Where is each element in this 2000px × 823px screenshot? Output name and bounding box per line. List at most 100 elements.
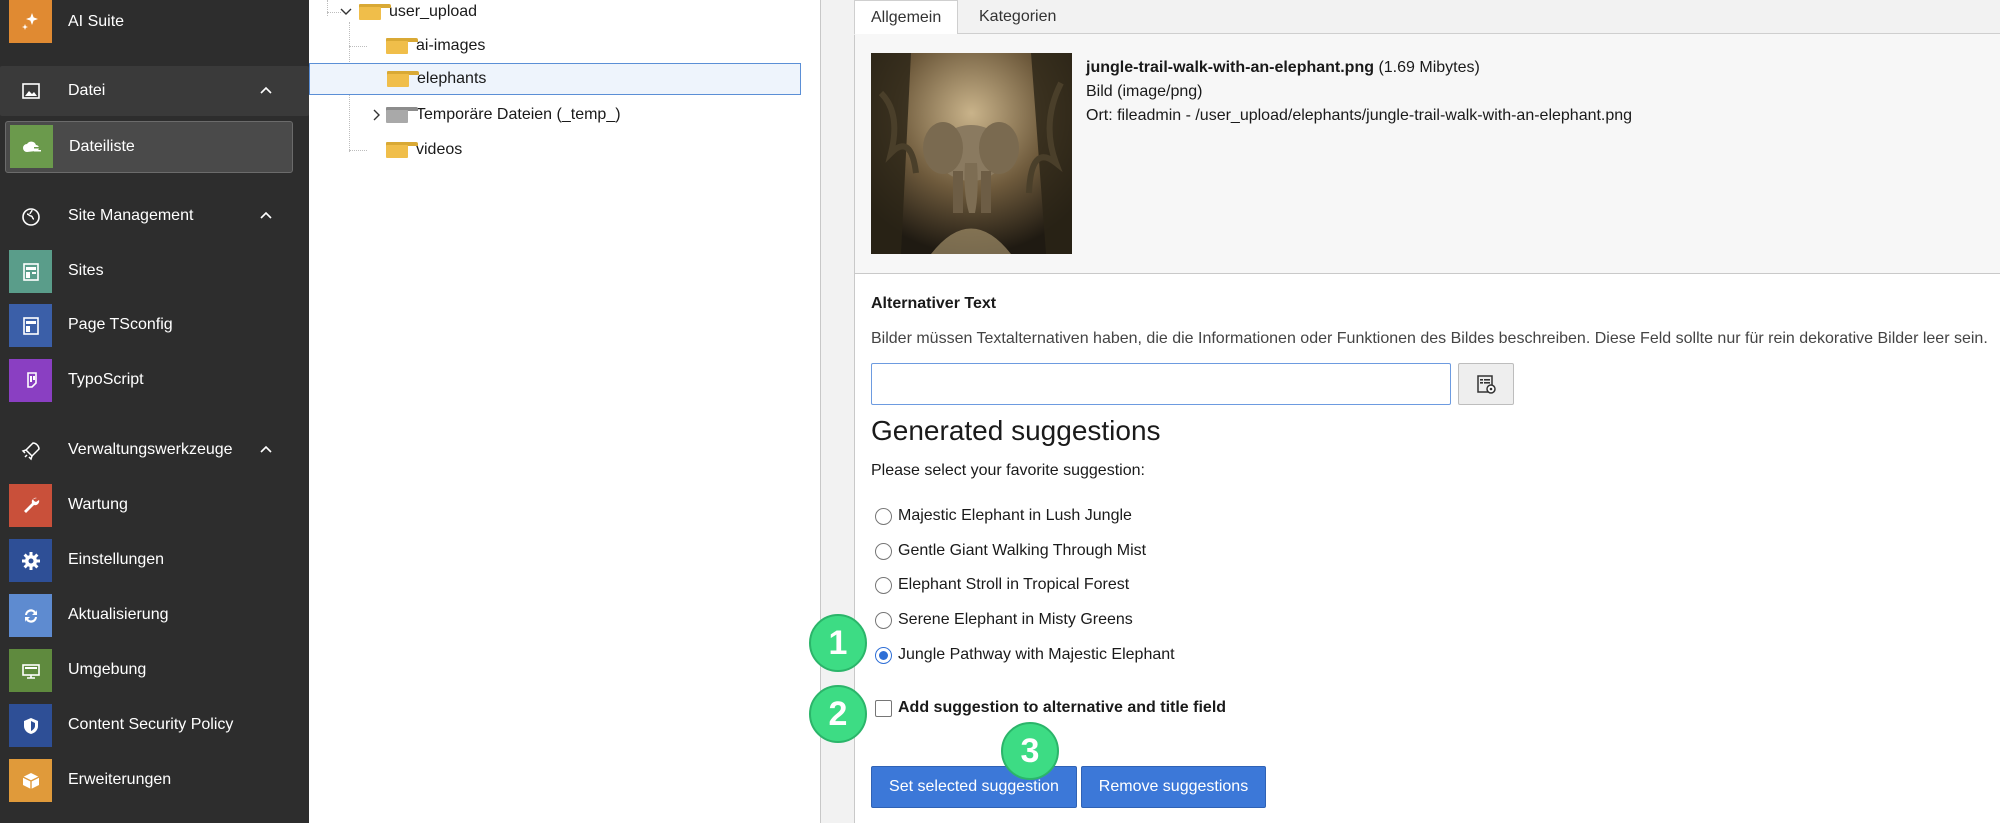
radio-button-checked[interactable] (875, 646, 892, 664)
sidebar-item-label: Dateiliste (69, 138, 135, 155)
sidebar-item-aktualisierung[interactable]: Aktualisierung (0, 592, 309, 638)
radio-button[interactable] (875, 611, 892, 629)
sidebar-item-label: Content Security Policy (68, 716, 234, 733)
checkbox-label: Add suggestion to alternative and title … (898, 699, 1227, 716)
alt-text-input[interactable] (871, 363, 1451, 405)
image-thumbnail (871, 53, 1072, 254)
tab-bar: Allgemein Kategorien (854, 0, 2000, 35)
sidebar-item-label: TypoScript (68, 371, 144, 388)
typoscript-icon (9, 359, 52, 402)
tab-kategorien[interactable]: Kategorien (963, 0, 1072, 34)
tree-guide-line (349, 150, 367, 151)
file-meta: jungle-trail-walk-with-an-elephant.png (… (1086, 56, 1632, 128)
tree-guide-line (349, 46, 367, 47)
chevron-up-icon (260, 86, 272, 94)
tree-item-label: ai-images (416, 37, 486, 54)
sidebar-item-label: Erweiterungen (68, 771, 172, 788)
sidebar-item-label: Sites (68, 262, 104, 279)
step-badge-1: 1 (809, 614, 867, 672)
folder-icon (386, 38, 418, 54)
step-badge-2: 2 (809, 685, 867, 743)
suggestion-option[interactable]: Gentle Giant Walking Through Mist (875, 539, 1146, 563)
sidebar-group-site-management[interactable]: Site Management (0, 193, 309, 239)
suggestion-label: Jungle Pathway with Majestic Elephant (898, 646, 1175, 663)
add-to-title-checkbox-row[interactable]: Add suggestion to alternative and title … (875, 696, 1226, 720)
box-icon (9, 759, 52, 802)
chevron-right-icon[interactable] (371, 108, 383, 122)
sidebar-item-wartung[interactable]: Wartung (0, 482, 309, 528)
chevron-up-icon (260, 445, 272, 453)
sidebar-item-label: Einstellungen (68, 551, 165, 568)
sidebar-group-verwaltungswerkzeuge[interactable]: Verwaltungswerkzeuge (0, 427, 309, 473)
tree-item-temp[interactable]: Temporäre Dateien (_temp_) (371, 99, 791, 131)
suggestion-option[interactable]: Majestic Elephant in Lush Jungle (875, 504, 1132, 528)
tab-allgemein[interactable]: Allgemein (854, 0, 959, 35)
sidebar-item-erweiterungen[interactable]: Erweiterungen (0, 757, 309, 803)
tree-item-label: elephants (417, 70, 487, 87)
suggestions-heading: Generated suggestions (871, 415, 1161, 446)
file-info-panel: jungle-trail-walk-with-an-elephant.png (… (855, 34, 2000, 274)
page-tsconfig-icon (9, 304, 52, 347)
tree-item-ai-images[interactable]: ai-images (386, 30, 786, 62)
suggestion-option-selected[interactable]: Jungle Pathway with Majestic Elephant (875, 643, 1175, 667)
suggestions-subtitle: Please select your favorite suggestion: (871, 462, 1145, 479)
wrench-icon (9, 484, 52, 527)
cloud-list-icon (10, 125, 53, 168)
generate-suggestions-button[interactable] (1458, 363, 1514, 405)
checkbox[interactable] (875, 699, 892, 717)
sites-icon (9, 250, 52, 293)
refresh-icon (9, 594, 52, 637)
sidebar-item-umgebung[interactable]: Umgebung (0, 647, 309, 693)
file-name: jungle-trail-walk-with-an-elephant.png (1086, 59, 1374, 76)
step-badge-3: 3 (1001, 722, 1059, 780)
shield-icon (9, 704, 52, 747)
chevron-up-icon (260, 211, 272, 219)
globe-icon (9, 195, 52, 238)
remove-suggestions-button[interactable]: Remove suggestions (1081, 766, 1266, 808)
tree-item-elephants[interactable]: elephants (309, 63, 801, 95)
suggestion-label: Majestic Elephant in Lush Jungle (898, 507, 1132, 524)
radio-button[interactable] (875, 507, 892, 525)
sidebar-group-datei[interactable]: Datei (0, 66, 309, 116)
sidebar-item-einstellungen[interactable]: Einstellungen (0, 537, 309, 583)
sidebar-item-label: Wartung (68, 496, 128, 513)
sidebar-item-sites[interactable]: Sites (0, 248, 309, 294)
sidebar-item-dateiliste[interactable]: Dateiliste (5, 121, 293, 173)
suggestion-option[interactable]: Elephant Stroll in Tropical Forest (875, 573, 1129, 597)
radio-button[interactable] (875, 542, 892, 560)
folder-tree: user_upload ai-images elephants Temporär… (309, 0, 821, 823)
sidebar-item-label: AI Suite (68, 13, 125, 30)
tree-item-label: user_upload (389, 3, 478, 20)
alt-text-label: Alternativer Text (871, 295, 997, 312)
tree-item-user-upload[interactable]: user_upload (339, 0, 739, 28)
sidebar-item-label: Umgebung (68, 661, 147, 678)
suggestion-label: Serene Elephant in Misty Greens (898, 611, 1133, 628)
folder-icon (359, 4, 391, 20)
chevron-down-icon[interactable] (339, 5, 353, 19)
radio-button[interactable] (875, 576, 892, 594)
environment-icon (9, 649, 52, 692)
file-size: (1.69 Mibytes) (1378, 59, 1480, 76)
sidebar-item-label: Aktualisierung (68, 606, 169, 623)
alt-text-description: Bilder müssen Textalternativen haben, di… (871, 330, 1988, 347)
tree-item-label: Temporäre Dateien (_temp_) (416, 106, 621, 123)
sidebar-group-label: Site Management (68, 207, 194, 224)
sidebar-item-page-tsconfig[interactable]: Page TSconfig (0, 302, 309, 348)
module-sidebar: AI Suite Datei Dateiliste Site Managemen… (0, 0, 309, 823)
image-icon (9, 69, 52, 112)
sidebar-group-label: Verwaltungswerkzeuge (68, 441, 233, 458)
sidebar-item-typoscript[interactable]: TypoScript (0, 357, 309, 403)
tree-item-videos[interactable]: videos (386, 134, 786, 166)
tree-guide-line (327, 0, 328, 16)
sparkle-icon (9, 0, 52, 43)
file-metadata-editor: Allgemein Kategorien jungle-trail-walk-w… (854, 0, 2000, 823)
suggestion-label: Elephant Stroll in Tropical Forest (898, 576, 1130, 593)
sidebar-item-content-security-policy[interactable]: Content Security Policy (0, 702, 309, 748)
suggestion-option[interactable]: Serene Elephant in Misty Greens (875, 608, 1133, 632)
gear-icon (9, 539, 52, 582)
file-location: Ort: fileadmin - /user_upload/elephants/… (1086, 107, 1633, 124)
list-settings-icon (1477, 375, 1496, 394)
file-type: Bild (image/png) (1086, 83, 1203, 100)
tree-item-label: videos (416, 141, 463, 158)
sidebar-item-ai-suite[interactable]: AI Suite (0, 0, 309, 44)
